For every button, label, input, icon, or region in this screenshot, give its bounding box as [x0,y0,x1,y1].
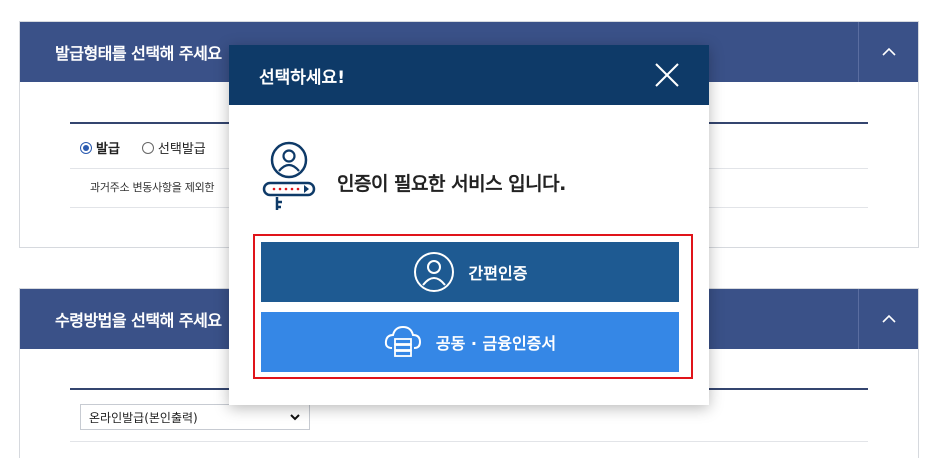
chevron-up-icon [881,47,896,56]
simple-auth-button[interactable]: 간편인증 [261,242,679,302]
radio-checked-icon [80,141,92,154]
chevron-down-icon [290,414,300,421]
radio-select-label: 선택발급 [157,142,206,157]
issue-type-title: 발급형태를 선택해 주세요 [55,44,222,63]
modal-header: 선택하세요! [229,45,709,105]
simple-auth-label: 간편인증 [468,264,528,283]
cert-auth-button[interactable]: 공동 · 금융인증서 [261,312,679,372]
issue-type-radios: 발급 선택발급 [80,138,228,157]
receive-method-title: 수령방법을 선택해 주세요 [55,311,222,330]
issue-note: 과거주소 변동사항을 제외한 [90,181,215,194]
divider [70,441,868,442]
modal-title: 선택하세요! [259,67,345,88]
auth-user-icon [262,141,316,210]
radio-issue-label: 발급 [96,142,120,157]
auth-select-modal: 선택하세요! 인증이 필요한 서비스 입니다. 간편인증 공동 · 금융인증서 [229,45,709,405]
radio-select-issue[interactable]: 선택발급 [141,138,206,157]
radio-unchecked-icon [141,141,154,154]
close-icon[interactable] [653,61,681,89]
cloud-server-icon [384,325,421,357]
collapse-toggle-button[interactable] [858,289,918,349]
collapse-toggle-button[interactable] [858,22,918,82]
auth-message: 인증이 필요한 서비스 입니다. [337,173,566,195]
user-circle-icon [413,252,454,292]
receive-method-value: 온라인발급(본인출력) [89,410,198,425]
cert-auth-label: 공동 · 금융인증서 [435,334,557,353]
receive-method-select[interactable]: 온라인발급(본인출력) [80,404,310,430]
radio-issue[interactable]: 발급 [80,138,120,157]
chevron-up-icon [881,314,896,323]
